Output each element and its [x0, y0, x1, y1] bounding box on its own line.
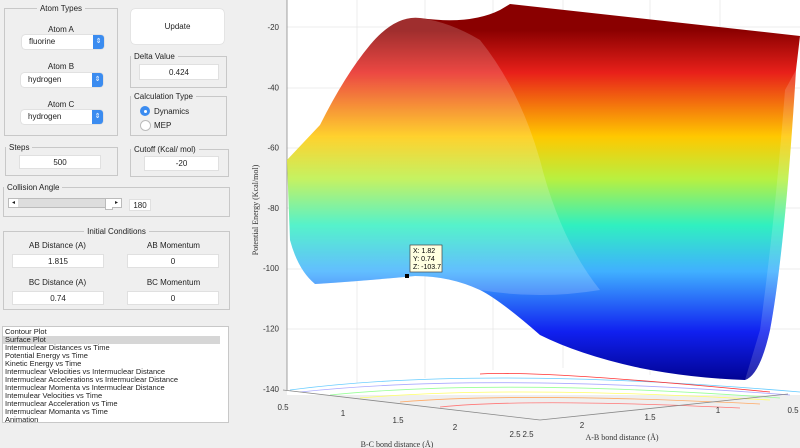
collision-angle-slider[interactable]: ◂ ▸	[8, 198, 122, 210]
ab-distance-label: AB Distance (A)	[29, 241, 86, 250]
atom-b-select[interactable]: hydrogen ⇕	[21, 73, 103, 87]
update-button[interactable]: Update	[131, 9, 224, 44]
atom-c-select[interactable]: hydrogen ⇕	[21, 110, 103, 124]
radio-selected-icon	[140, 106, 150, 116]
z-tick-label: -120	[263, 325, 280, 334]
radio-label: Dynamics	[154, 107, 190, 116]
ab-tick-label: 2	[580, 421, 585, 430]
ab-momentum-label: AB Momentum	[147, 241, 200, 250]
atom-b-label: Atom B	[47, 62, 75, 71]
z-tick-label: -20	[267, 23, 279, 32]
ab-momentum-input[interactable]: 0	[127, 254, 219, 268]
atom-a-label: Atom A	[48, 25, 74, 34]
ab-tick-label: 1	[716, 406, 721, 415]
bc-tick-label: 2	[453, 423, 458, 432]
z-axis-label: Potential Energy (Kcal/mol)	[251, 164, 260, 255]
panel-title: Delta Value	[134, 52, 175, 61]
bc-distance-label: BC Distance (A)	[28, 278, 87, 287]
atom-a-value: fluorine	[29, 37, 56, 46]
delta-input[interactable]: 0.424	[139, 64, 219, 80]
panel-title: Initial Conditions	[87, 227, 146, 236]
steps-input[interactable]: 500	[19, 155, 101, 169]
datatip[interactable]: X: 1.82 Y: 0.74 Z: -103.7	[409, 244, 443, 273]
panel-title: Atom Types	[39, 4, 83, 13]
z-tick-label: -140	[263, 385, 280, 394]
bc-tick-label: 0.5	[277, 403, 289, 412]
z-tick-label: -100	[263, 264, 280, 273]
collision-angle-value[interactable]: 180	[129, 199, 151, 211]
cutoff-input[interactable]: -20	[144, 156, 219, 171]
surface-plot[interactable]: -20 -40 -60 -80 -100 -120 -140 Potential Energ…	[240, 0, 800, 448]
z-tick-label: -80	[267, 204, 279, 213]
z-tick-labels: -20 -40 -60 -80 -100 -120 -140	[263, 23, 280, 394]
atom-a-select[interactable]: fluorine ⇕	[22, 35, 104, 49]
bc-tick-label: 1	[341, 409, 346, 418]
updown-icon: ⇕	[93, 35, 104, 49]
z-tick-label: -40	[267, 83, 279, 92]
z-tick-label: -60	[267, 144, 279, 153]
slider-right-arrow-icon[interactable]: ▸	[112, 199, 121, 207]
updown-icon: ⇕	[92, 73, 103, 87]
ab-tick-label: 2.5	[522, 430, 534, 439]
bc-axis-label: B-C bond distance (Å)	[361, 440, 434, 448]
ab-tick-label: 1.5	[644, 413, 656, 422]
panel-title: Cutoff (Kcal/ mol)	[134, 145, 196, 154]
datatip-x: X: 1.82	[413, 248, 435, 255]
panel-title: Steps	[9, 143, 30, 152]
datatip-z: Z: -103.7	[413, 264, 441, 271]
radio-label: MEP	[154, 121, 172, 130]
bc-momentum-label: BC Momentum	[146, 278, 201, 287]
bc-momentum-input[interactable]: 0	[127, 291, 219, 305]
ab-distance-input[interactable]: 1.815	[12, 254, 104, 268]
atom-c-label: Atom C	[47, 100, 75, 109]
panel-title: Collision Angle	[7, 183, 60, 192]
datatip-marker[interactable]	[405, 274, 409, 278]
ab-axis-label: A-B bond distance (Å)	[585, 433, 658, 442]
ab-tick-label: 0.5	[787, 406, 799, 415]
atom-b-value: hydrogen	[28, 75, 62, 84]
atom-c-value: hydrogen	[28, 112, 62, 121]
datatip-y: Y: 0.74	[413, 256, 435, 263]
plot-type-list[interactable]: Contour Plot Surface Plot Intermuclear Dis…	[2, 326, 229, 424]
slider-left-arrow-icon[interactable]: ◂	[9, 199, 18, 207]
bc-tick-label: 2.5	[509, 430, 521, 439]
plot-list-item[interactable]: Animation	[3, 416, 220, 424]
axis-tick-labels: 0.5 1 1.5 2 2.5 2.5 2 1.5 1 0.5	[277, 403, 799, 439]
panel-title: Calculation Type	[134, 92, 193, 101]
updown-icon: ⇕	[92, 110, 103, 124]
bc-distance-input[interactable]: 0.74	[12, 291, 104, 305]
radio-empty-icon	[140, 120, 151, 131]
bc-tick-label: 1.5	[392, 416, 404, 425]
